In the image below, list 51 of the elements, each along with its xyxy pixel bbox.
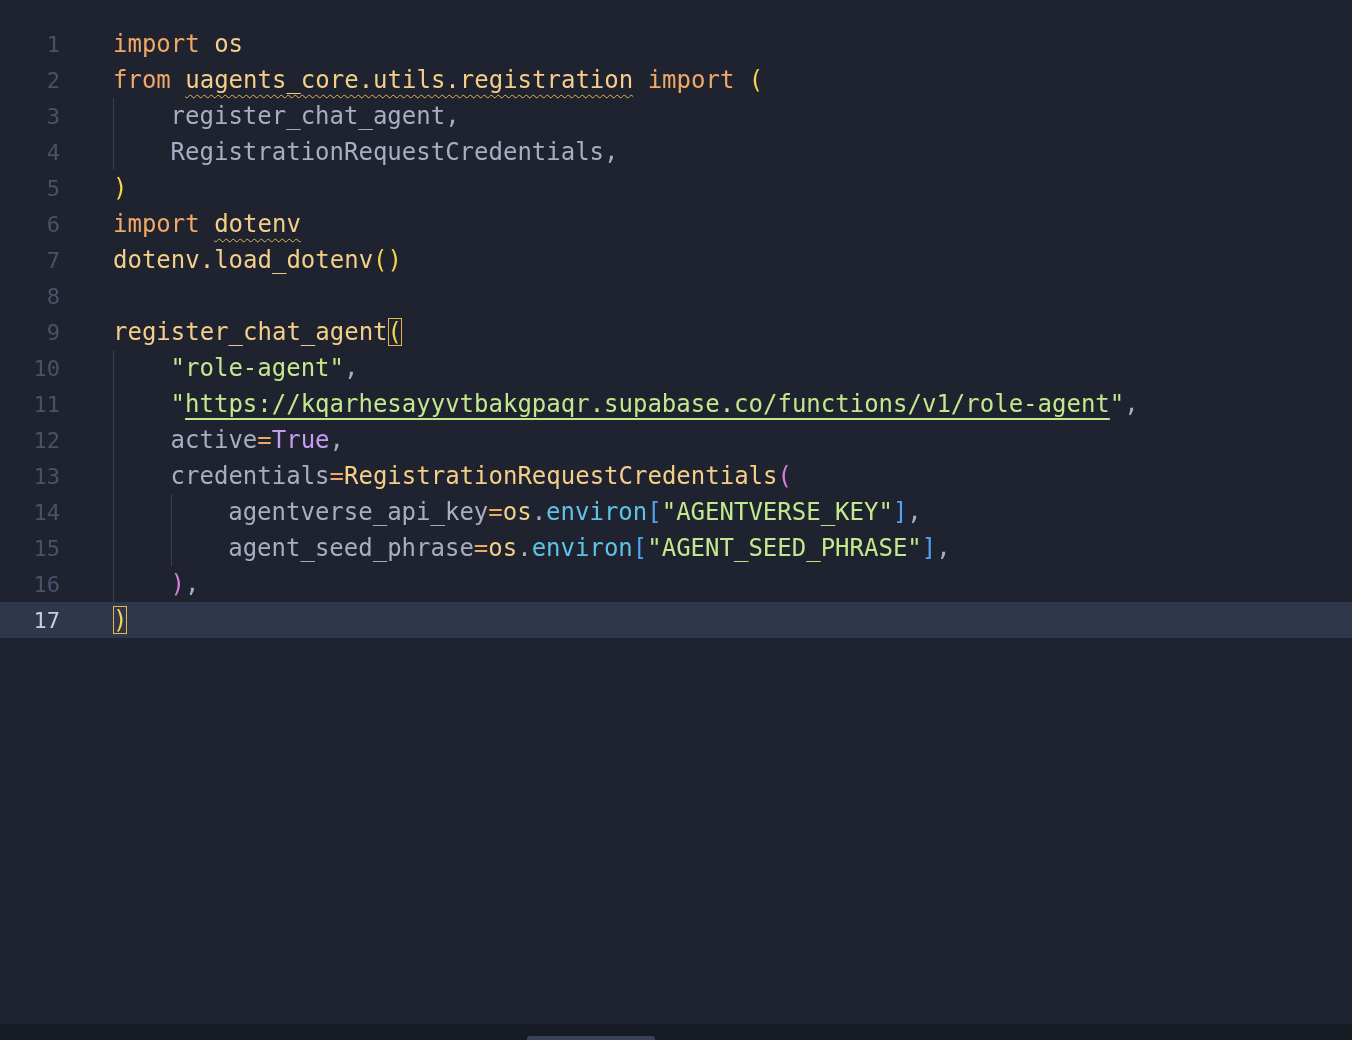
code-token: from [113,66,172,94]
code-token: RegistrationRequestCredentials [344,462,778,490]
code-token: ) [170,570,186,598]
code-token: agent_seed_phrase [228,534,474,562]
code-token: agentverse_api_key [228,498,489,526]
code-token: , [329,426,344,454]
code-token: ) [113,606,128,634]
code-token: "AGENTVERSE_KEY" [661,498,893,526]
code-token: ] [921,534,937,562]
code-token: register_chat_agent, [170,102,460,130]
code-token: , [936,534,951,562]
code-token: environ [546,498,648,526]
code-token: () [373,246,402,274]
code-token: , [907,498,922,526]
code-token: RegistrationRequestCredentials, [170,138,619,166]
code-token: ( [748,66,764,94]
code-token: active [170,426,258,454]
line-number: 17 [32,607,60,633]
code-token: = [488,498,503,526]
code-token: True [271,426,330,454]
code-token: " [170,390,186,418]
code-token: credentials [170,462,330,490]
code-token: import [646,66,736,94]
code-token: [ [647,498,662,526]
code-token: , [1124,390,1139,418]
code-token: ( [387,318,402,346]
code-token: . [531,498,547,526]
code-token: = [257,426,272,454]
code-token: uagents_core.utils.registration [185,66,634,94]
code-token: os [488,534,518,562]
code-token: environ [531,534,633,562]
code-token: ) [113,174,128,202]
code-token: " [1109,390,1125,418]
code-token: "role-agent" [170,354,344,382]
code-link[interactable]: https://kqarhesayyvtbakgpaqr.supabase.co/functions/v1/role-agent [185,390,1110,418]
code-token: "AGENT_SEED_PHRASE" [647,534,922,562]
code-token: ( [777,462,792,490]
code-token: = [329,462,344,490]
code-token: , [185,570,200,598]
code-token: . [517,534,532,562]
code-token: dotenv.load_dotenv [113,246,374,274]
code-token: ] [892,498,908,526]
code-token: import [113,30,201,58]
code-token: dotenv [214,210,301,238]
code-token: [ [632,534,648,562]
code-token: = [473,534,489,562]
code-token: import [113,210,201,238]
code-token: os [502,498,532,526]
code-token: register_chat_agent [113,318,388,346]
code-token: os [214,30,244,58]
code-token: , [344,354,359,382]
